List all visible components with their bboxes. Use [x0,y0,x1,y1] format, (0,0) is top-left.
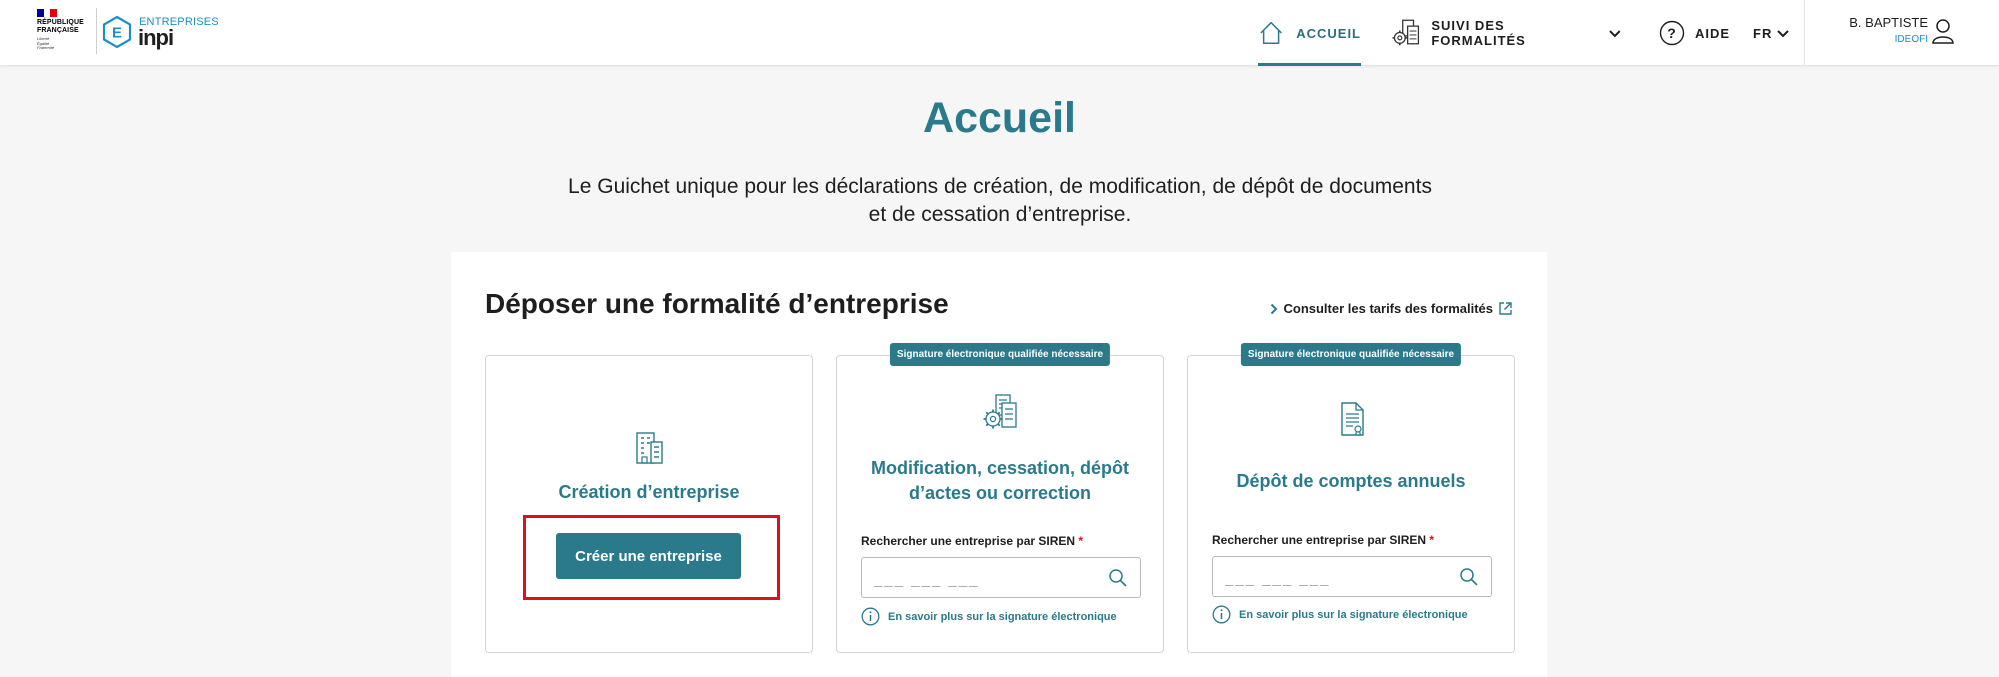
user-organization: IDEOFI [1894,34,1928,45]
siren-search-label: Rechercher une entreprise par SIREN * [1212,533,1434,547]
card-modification-cessation: Signature électronique qualifiée nécessa… [836,343,1164,653]
siren-search-input[interactable] [874,568,1094,590]
siren-search-label-text: Rechercher une entreprise par SIREN [861,534,1076,548]
create-company-button[interactable]: Créer une entreprise [556,533,741,579]
inpi-entreprises-logo[interactable]: E ENTREPRISES inpi [101,14,221,50]
nav-aide[interactable]: ? AIDE [1659,0,1733,66]
gear-document-icon [983,394,1017,429]
nav-active-indicator [1258,63,1361,66]
help-icon: ? [1659,20,1685,46]
card-depot-comptes: Signature électronique qualifiée nécessa… [1187,343,1515,653]
page-subtitle: Le Guichet unique pour les déclarations … [568,175,1432,226]
siren-search-label-text: Rechercher une entreprise par SIREN [1212,533,1427,547]
user-name: B. BAPTISTE [1849,15,1928,30]
formalities-gear-icon [1392,19,1420,46]
document-icon [1341,402,1364,436]
required-mark: * [1429,533,1435,547]
user-menu[interactable]: B. BAPTISTE IDEOFI [1849,0,1980,66]
chevron-down-icon [1609,30,1621,38]
card-depot-title: Dépôt de comptes annuels [1236,471,1466,491]
tarifs-link-label: Consulter les tarifs des formalités [1283,301,1493,316]
external-link-icon [1499,302,1512,315]
nav-accueil-label: ACCUEIL [1296,25,1361,41]
search-icon[interactable] [1459,567,1479,587]
signature-required-badge: Signature électronique qualifiée nécessa… [889,343,1111,366]
nav-suivi-formalites[interactable]: SUIVI DES FORMALITÉS [1390,0,1622,66]
tarifs-link[interactable]: Consulter les tarifs des formalités [1270,301,1513,316]
building-icon [636,432,663,464]
svg-text:?: ? [1667,25,1677,41]
inpi-mark-text: E [112,25,122,42]
user-icon [1932,19,1954,44]
inpi-hexagon-icon: E [102,16,132,48]
inpi-wordmark: inpi [138,25,174,50]
card-modification-title: Modification, cessation, dépôt d’actes o… [870,458,1130,503]
nav-suivi-label: SUIVI DES FORMALITÉS [1431,18,1526,48]
rf-logo-text: RÉPUBLIQUE FRANÇAISE [37,19,84,34]
logo-divider [96,8,97,54]
language-label: FR [1753,25,1773,41]
signature-info-label: En savoir plus sur la signature électron… [1239,608,1468,621]
info-icon [861,607,880,626]
nav-accueil[interactable]: ACCUEIL [1258,0,1361,66]
signature-info-link[interactable]: En savoir plus sur la signature électron… [861,607,1117,626]
nav-aide-label: AIDE [1695,25,1731,41]
search-icon[interactable] [1108,568,1128,588]
siren-search-field[interactable] [861,557,1141,598]
card-creation-entreprise: Création d’entreprise Créer une entrepri… [485,355,813,653]
language-selector[interactable]: FR [1753,0,1791,66]
highlight-box: Créer une entreprise [523,515,780,600]
top-header: RÉPUBLIQUE FRANÇAISE Liberté Égalité Fra… [0,0,1999,66]
rf-motto: Liberté Égalité Fraternité [37,36,55,50]
signature-required-badge: Signature électronique qualifiée nécessa… [1240,343,1462,366]
siren-search-label: Rechercher une entreprise par SIREN * [861,534,1083,548]
home-icon [1260,21,1282,45]
info-icon [1212,605,1231,624]
header-divider [1804,0,1805,66]
chevron-right-icon [1271,303,1278,314]
republique-francaise-logo[interactable]: RÉPUBLIQUE FRANÇAISE Liberté Égalité Fra… [37,9,95,57]
required-mark: * [1078,534,1084,548]
signature-info-link[interactable]: En savoir plus sur la signature électron… [1212,605,1468,624]
chevron-down-icon [1777,30,1790,38]
card-creation-title: Création d’entreprise [558,482,740,502]
page-title: Accueil [923,94,1076,142]
formalites-panel: Déposer une formalité d’entreprise Consu… [451,252,1547,677]
siren-search-field[interactable] [1212,556,1492,597]
panel-title: Déposer une formalité d’entreprise [485,288,949,319]
signature-info-label: En savoir plus sur la signature électron… [888,610,1117,623]
siren-search-input[interactable] [1225,567,1445,589]
french-flag-icon [37,9,58,17]
